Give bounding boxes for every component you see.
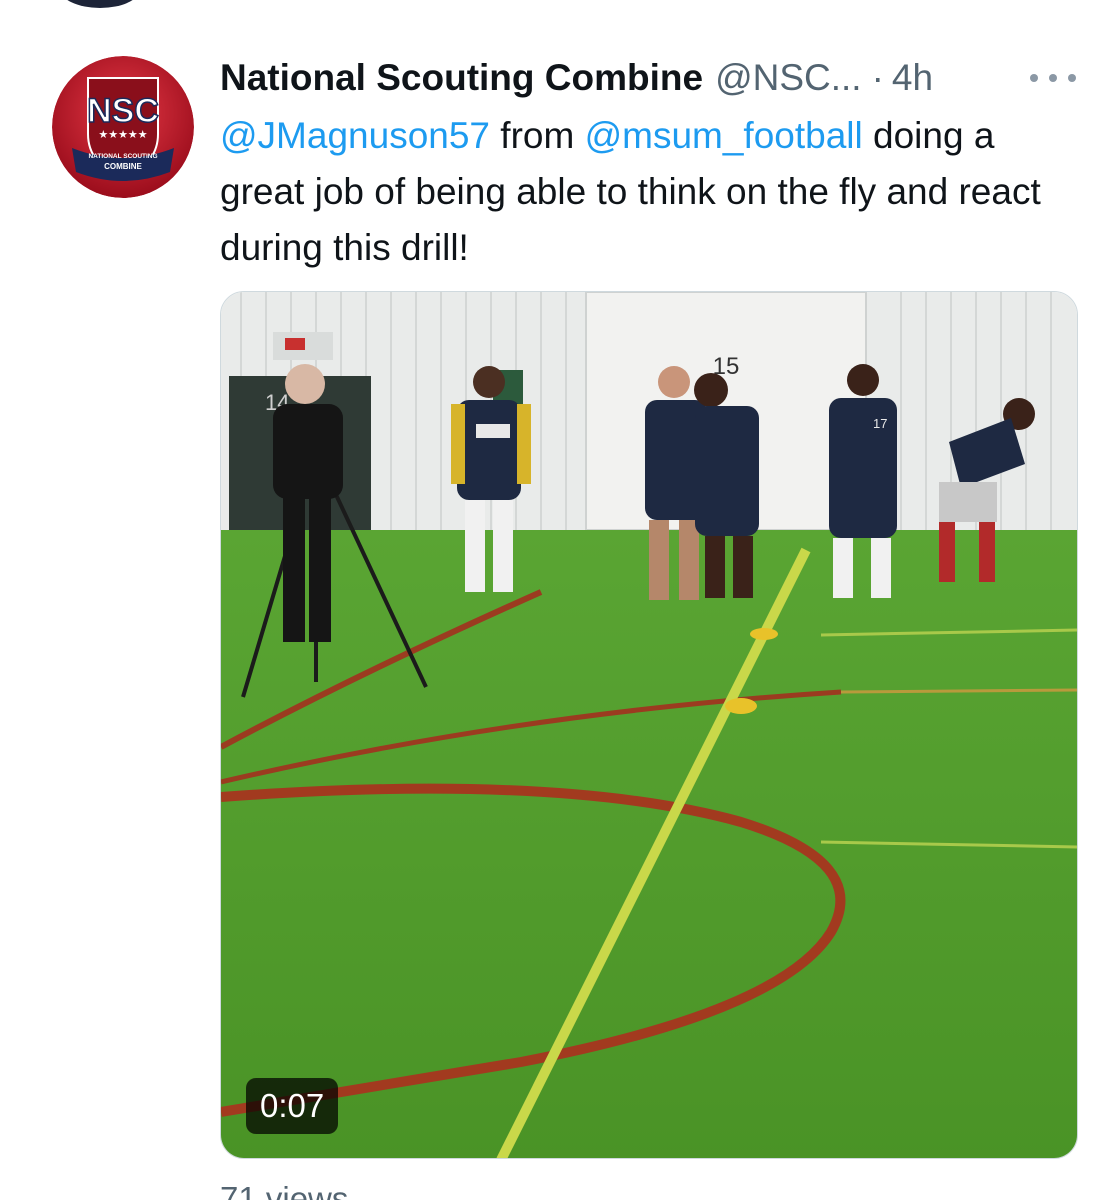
tweet-header: National Scouting Combine @NSC... · 4h: [220, 52, 1080, 104]
video-player[interactable]: 15 14 17: [220, 291, 1078, 1159]
tweet-screen: NSC ★★★★★ NATIONAL SCOUTING COMBINE Nati…: [0, 0, 1107, 1200]
logo-ribbon-line-1: NATIONAL SCOUTING: [88, 153, 157, 160]
video-frame: 15 14 17: [221, 292, 1077, 1158]
mention-link[interactable]: @JMagnuson57: [220, 115, 490, 156]
nsc-logo: NSC ★★★★★ NATIONAL SCOUTING COMBINE: [52, 56, 194, 198]
logo-stars: ★★★★★: [98, 128, 147, 141]
logo-ribbon-line-2: COMBINE: [104, 162, 142, 171]
user-handle[interactable]: @NSC...: [715, 57, 862, 99]
timestamp[interactable]: 4h: [892, 57, 933, 99]
mention-link[interactable]: @msum_football: [585, 115, 863, 156]
jersey-number: 17: [873, 416, 887, 431]
separator-dot: ·: [871, 57, 884, 98]
previous-tweet-avatar[interactable]: [60, 0, 140, 8]
tweet-text: @JMagnuson57 from @msum_football doing a…: [220, 108, 1080, 276]
view-count: 71 views: [220, 1180, 349, 1200]
display-name[interactable]: National Scouting Combine: [220, 57, 703, 99]
avatar[interactable]: NSC ★★★★★ NATIONAL SCOUTING COMBINE: [52, 56, 194, 198]
video-duration-badge: 0:07: [246, 1078, 339, 1134]
tweet-text-segment: from: [490, 115, 585, 156]
logo-letters: NSC: [87, 92, 159, 130]
more-options-icon[interactable]: [1030, 60, 1076, 96]
